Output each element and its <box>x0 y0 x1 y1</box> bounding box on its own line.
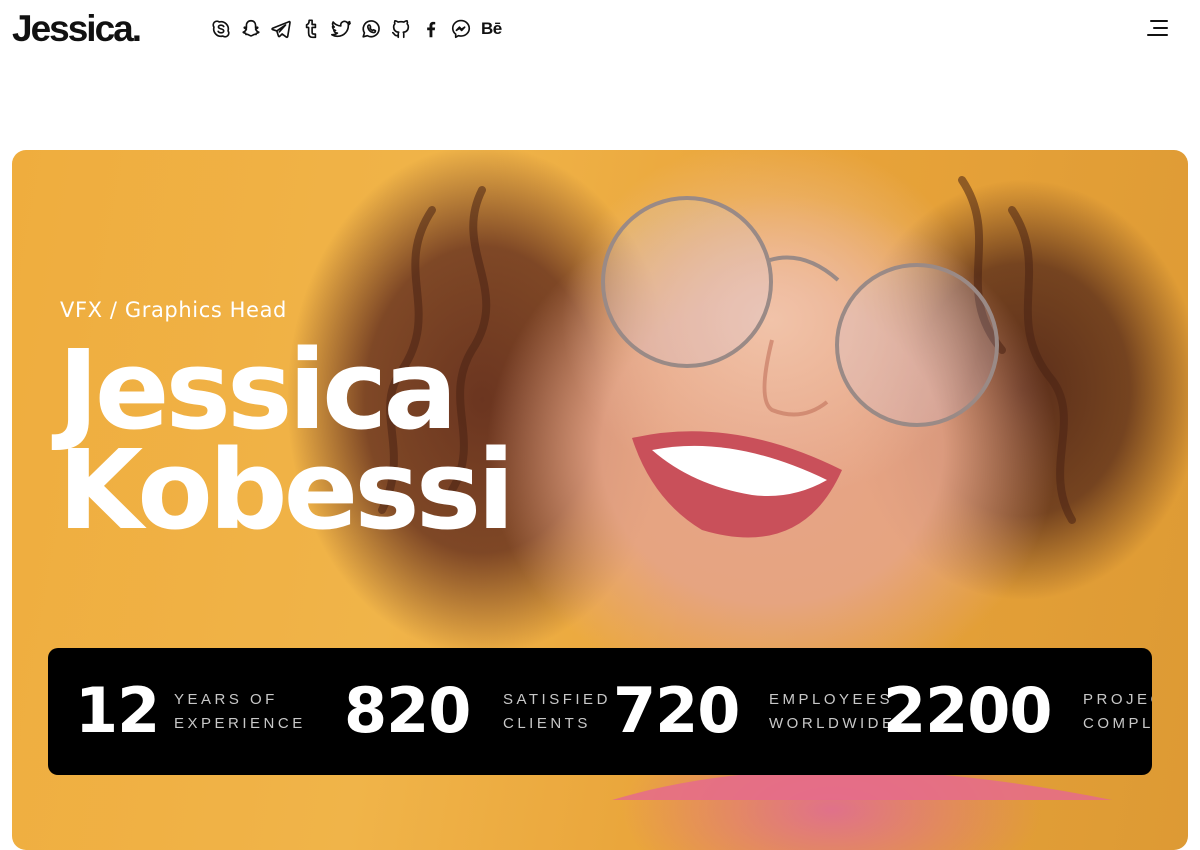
menu-icon[interactable] <box>1146 17 1174 41</box>
facebook-icon[interactable] <box>419 17 443 41</box>
behance-icon[interactable]: Bē <box>479 17 504 41</box>
skype-icon[interactable] <box>209 17 233 41</box>
stat-value: 720 <box>613 674 740 747</box>
site-logo[interactable]: Jessica. <box>12 8 142 50</box>
social-links: Bē <box>209 17 504 41</box>
whatsapp-icon[interactable] <box>359 17 383 41</box>
stat-label-line: PROJECTS <box>1083 691 1152 708</box>
menu-line <box>1153 27 1168 30</box>
stat-label-line: EXPERIENCE <box>174 715 306 732</box>
stat-label-line: COMPLETED <box>1083 715 1152 732</box>
stat-label: EMPLOYEES WORLDWIDE <box>769 688 896 736</box>
tumblr-icon[interactable] <box>299 17 323 41</box>
hero-first-name: Jessica <box>58 326 458 454</box>
menu-line <box>1150 20 1168 23</box>
twitter-icon[interactable] <box>329 17 353 41</box>
stat-label: PROJECTS COMPLETED <box>1083 688 1152 736</box>
stat-label-line: CLIENTS <box>503 715 591 732</box>
stat-label-line: WORLDWIDE <box>769 715 896 732</box>
messenger-icon[interactable] <box>449 17 473 41</box>
stat-value: 2200 <box>883 674 1053 747</box>
hero-last-name: Kobessi <box>58 426 515 554</box>
menu-line <box>1147 34 1168 37</box>
github-icon[interactable] <box>389 17 413 41</box>
stat-value: 820 <box>344 674 471 747</box>
stat-label-line: SATISFIED <box>503 691 611 708</box>
stat-label-line: YEARS OF <box>174 691 278 708</box>
stats-bar: 12 YEARS OF EXPERIENCE 820 SATISFIED CLI… <box>48 648 1152 775</box>
telegram-icon[interactable] <box>269 17 293 41</box>
stat-label: SATISFIED CLIENTS <box>503 688 611 736</box>
stat-label: YEARS OF EXPERIENCE <box>174 688 306 736</box>
snapchat-icon[interactable] <box>239 17 263 41</box>
site-header: Jessica. Bē <box>0 0 1200 60</box>
stat-value: 12 <box>75 674 160 747</box>
stat-label-line: EMPLOYEES <box>769 691 894 708</box>
hero-name: Jessica Kobessi <box>58 326 515 554</box>
hero-tagline: VFX / Graphics Head <box>60 298 287 322</box>
